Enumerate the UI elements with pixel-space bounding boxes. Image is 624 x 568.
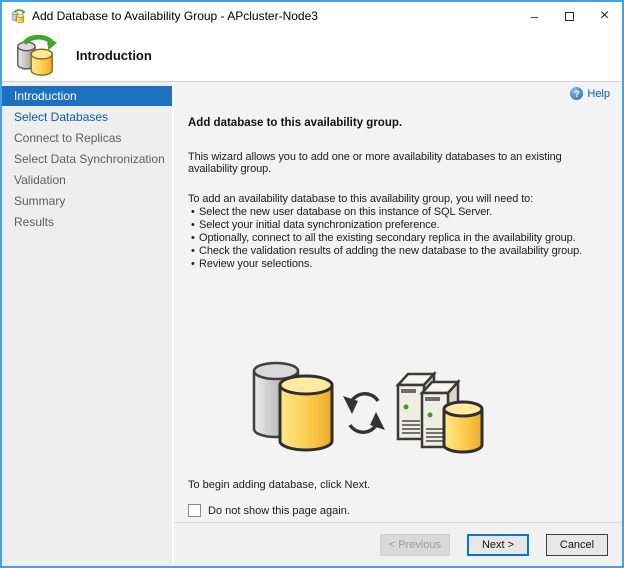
- titlebar: Add Database to Availability Group - APc…: [2, 2, 622, 30]
- bullet-icon: •: [191, 206, 195, 218]
- list-item: • Check the validation results of adding …: [191, 245, 583, 257]
- bullet-icon: •: [191, 232, 195, 244]
- cancel-button[interactable]: Cancel: [546, 533, 608, 556]
- next-button[interactable]: Next >: [467, 533, 529, 556]
- sidebar-item-select-databases[interactable]: Select Databases: [2, 107, 172, 127]
- bullet-icon: •: [191, 219, 195, 231]
- app-icon: [10, 9, 26, 24]
- list-item: • Optionally, connect to all the existing…: [191, 232, 576, 244]
- help-link[interactable]: ? Help: [570, 87, 610, 100]
- help-label: Help: [587, 87, 610, 100]
- begin-instruction: To begin adding database, click Next.: [188, 479, 371, 491]
- help-icon: ?: [570, 87, 584, 100]
- databases-sync-servers-illustration: [240, 355, 490, 465]
- steps-intro: To add an availability database to this …: [188, 193, 534, 205]
- checkbox-label: Do not show this page again.: [208, 504, 350, 517]
- do-not-show-checkbox[interactable]: [188, 504, 201, 517]
- sidebar-item-validation: Validation: [14, 173, 66, 187]
- close-button[interactable]: ×: [587, 2, 622, 30]
- maximize-icon: [565, 11, 574, 21]
- introduction-page: ? Help Add database to this availability…: [174, 82, 622, 522]
- window-title: Add Database to Availability Group - APc…: [32, 9, 318, 23]
- database-sync-icon: [12, 34, 58, 78]
- wizard-window: Add Database to Availability Group - APc…: [0, 0, 624, 568]
- list-item: • Select the new user database on this in…: [191, 206, 493, 218]
- list-item: • Select your initial data synchronizatio…: [191, 219, 440, 231]
- sidebar-item-introduction[interactable]: Introduction: [2, 86, 172, 106]
- bullet-icon: •: [191, 245, 195, 257]
- wizard-steps-sidebar: Introduction Select Databases Connect to…: [2, 82, 174, 566]
- sidebar-item-connect-to-replicas: Connect to Replicas: [14, 131, 122, 145]
- intro-paragraph: This wizard allows you to add one or mor…: [188, 151, 562, 175]
- bullet-icon: •: [191, 258, 195, 270]
- sidebar-item-summary: Summary: [14, 194, 66, 208]
- content-heading: Add database to this availability group.: [188, 117, 403, 129]
- page-title: Introduction: [76, 48, 152, 63]
- sidebar-item-results: Results: [14, 215, 55, 229]
- steps-list: • Select the new user database on this in…: [188, 206, 610, 271]
- wizard-header: Introduction: [2, 30, 622, 82]
- sidebar-item-select-data-synchronization: Select Data Synchronization: [14, 152, 165, 166]
- maximize-button[interactable]: [552, 2, 587, 30]
- do-not-show-checkbox-row[interactable]: Do not show this page again.: [188, 504, 610, 517]
- previous-button[interactable]: < Previous: [379, 533, 450, 556]
- minimize-button[interactable]: –: [517, 2, 552, 30]
- wizard-footer: < Previous Next > Cancel: [174, 522, 622, 566]
- list-item: • Review your selections.: [191, 258, 313, 270]
